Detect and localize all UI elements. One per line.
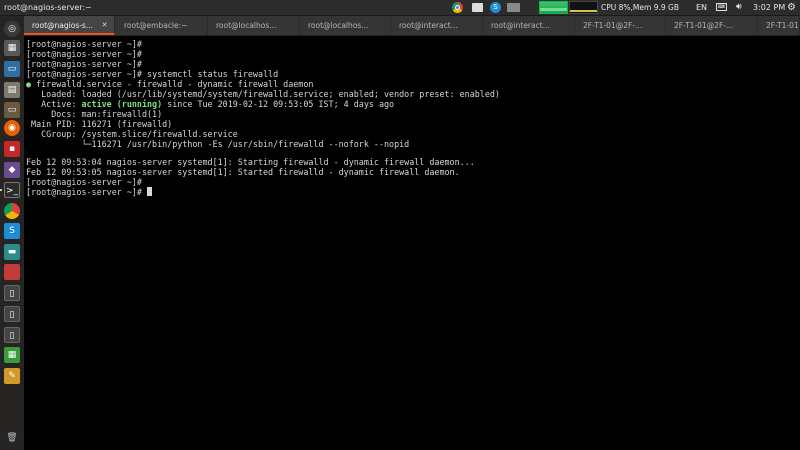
tab-label: root@interact...: [399, 21, 458, 30]
tab-root-embacle[interactable]: root@embacle:~: [116, 16, 208, 35]
app-brown-icon[interactable]: ▭: [4, 102, 20, 118]
workspace-switcher-icon[interactable]: ▦: [4, 40, 20, 56]
notes-icon[interactable]: ✎: [4, 368, 20, 384]
tab-label: root@interact...: [491, 21, 550, 30]
app-red2-icon[interactable]: [4, 264, 20, 280]
tab-root-localhost-1[interactable]: root@localhos...: [208, 16, 300, 35]
tab-2f-t1-01-2[interactable]: 2F-T1-01@2F-...: [666, 16, 758, 35]
cpu-mem-indicator[interactable]: CPU 8%,Mem 9.9 GB: [601, 0, 679, 15]
tab-root-interact-2[interactable]: root@interact...: [483, 16, 575, 35]
tab-label: 2F-T1-01@2F-...: [583, 21, 643, 30]
active-suffix: since Tue 2019-02-12 09:53:05 IST; 4 day…: [162, 99, 395, 109]
files-icon[interactable]: ▤: [4, 82, 20, 98]
app-purple-icon[interactable]: ◆: [4, 162, 20, 178]
docs-line: Docs: man:firewalld(1): [26, 109, 163, 119]
keyboard-icon[interactable]: ⌨: [716, 3, 727, 11]
tab-label: root@localhos...: [308, 21, 369, 30]
chat-icon[interactable]: ▬: [4, 244, 20, 260]
tab-2f-t1-01-1[interactable]: 2F-T1-01@2F-...: [575, 16, 666, 35]
cpu-graph-icon[interactable]: [539, 1, 568, 14]
log-line: Feb 12 09:53:05 nagios-server systemd[1]…: [26, 167, 460, 177]
launcher: ◎ ▦ ▭ ▤ ▭ ◉ ▪ ◆ >_ S ▬ ▯ ▯ ▯ ▦ ✎ 🗑︎: [0, 16, 24, 450]
tab-root-localhost-2[interactable]: root@localhos...: [300, 16, 391, 35]
command-line: [root@nagios-server ~]# systemctl status…: [26, 69, 278, 79]
active-line: Active: active (running) since Tue 2019-…: [26, 99, 394, 109]
prompt-line: [root@nagios-server ~]#: [26, 177, 142, 187]
prompt-line: [root@nagios-server ~]#: [26, 49, 142, 59]
terminal-icon[interactable]: >_: [4, 182, 20, 198]
tab-label: 2F-T1-01@2F-...: [674, 21, 734, 30]
clock[interactable]: 3:02 PM: [753, 0, 785, 15]
chrome-tray-icon[interactable]: [452, 2, 463, 13]
tab-label: 2F-T1-01@2F-...: [766, 21, 799, 30]
language-indicator[interactable]: EN: [696, 0, 707, 15]
volume-icon[interactable]: 🔊︎: [736, 0, 742, 15]
skype-tray-icon[interactable]: S: [490, 2, 501, 13]
network-tray-icon[interactable]: [507, 3, 520, 12]
gear-icon[interactable]: ⚙: [787, 0, 796, 15]
close-icon[interactable]: ✕: [100, 21, 109, 30]
tab-root-interact-1[interactable]: root@interact...: [391, 16, 483, 35]
log-line: Feb 12 09:53:04 nagios-server systemd[1]…: [26, 157, 475, 167]
top-panel: root@nagios-server:~ S CPU 8%,Mem 9.9 GB…: [0, 0, 800, 16]
current-prompt-line: [root@nagios-server ~]#: [26, 187, 153, 197]
active-state: active (running): [81, 99, 163, 109]
skype-icon[interactable]: S: [4, 223, 20, 239]
app-gray3-icon[interactable]: ▯: [4, 327, 20, 343]
tab-label: root@localhos...: [216, 21, 277, 30]
service-description: firewalld.service - firewalld - dynamic …: [31, 79, 314, 89]
tab-label: root@embacle:~: [124, 21, 188, 30]
chrome-icon[interactable]: [4, 203, 20, 219]
prompt: [root@nagios-server ~]#: [26, 69, 142, 79]
display-settings-icon[interactable]: ▭: [4, 61, 20, 77]
terminal-output[interactable]: [root@nagios-server ~]# [root@nagios-ser…: [24, 36, 800, 450]
mem-graph-icon[interactable]: [569, 1, 598, 14]
launcher-running-indicator: [0, 189, 2, 191]
command-text: systemctl status firewalld: [141, 69, 279, 79]
cgroup-line: CGroup: /system.slice/firewalld.service: [26, 129, 238, 139]
prompt-line: [root@nagios-server ~]#: [26, 59, 142, 69]
firefox-icon[interactable]: ◉: [4, 120, 20, 136]
cgroup-child-line: └─116271 /usr/bin/python -Es /usr/sbin/f…: [26, 139, 410, 149]
loaded-line: Loaded: loaded (/usr/lib/systemd/system/…: [26, 89, 500, 99]
prompt-line: [root@nagios-server ~]#: [26, 39, 142, 49]
spreadsheet-icon[interactable]: ▦: [4, 347, 20, 363]
main-pid-line: Main PID: 116271 (firewalld): [26, 119, 173, 129]
prompt: [root@nagios-server ~]#: [26, 187, 142, 197]
service-line: ● firewalld.service - firewalld - dynami…: [26, 79, 313, 89]
terminal-tab-bar: root@nagios-s... ✕ root@embacle:~ root@l…: [24, 16, 800, 36]
app-gray1-icon[interactable]: ▯: [4, 285, 20, 301]
app-red-icon[interactable]: ▪: [4, 141, 20, 157]
monitor-tray-icon[interactable]: [472, 3, 483, 12]
cursor: [147, 187, 153, 196]
tab-label: root@nagios-s...: [32, 21, 93, 30]
app-gray2-icon[interactable]: ▯: [4, 306, 20, 322]
window-title: root@nagios-server:~: [4, 3, 92, 12]
tab-2f-t1-01-3[interactable]: 2F-T1-01@2F-...: [758, 16, 800, 35]
active-prefix: Active:: [26, 99, 82, 109]
ubuntu-logo-icon[interactable]: ◎: [4, 21, 20, 37]
trash-icon[interactable]: 🗑︎: [4, 430, 20, 446]
tab-root-nagios[interactable]: root@nagios-s... ✕: [24, 16, 115, 35]
